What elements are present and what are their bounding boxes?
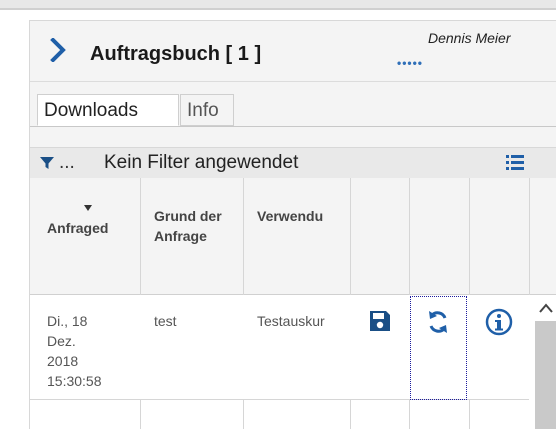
user-name[interactable]: Dennis Meier xyxy=(428,30,510,46)
cell-usage: Testauskur xyxy=(257,313,325,329)
tab-bar: Downloads Info xyxy=(30,94,556,127)
cell-date-line: Dez. xyxy=(47,333,76,349)
cell-date-line: 15:30:58 xyxy=(47,373,102,389)
info-icon[interactable] xyxy=(485,308,513,336)
requests-table: Anfraged Grund der Anfrage Verwendu Di.,… xyxy=(30,178,556,429)
scrollbar-thumb[interactable] xyxy=(535,321,556,429)
column-header-usage[interactable]: Verwendu xyxy=(257,206,345,226)
top-band xyxy=(0,0,556,8)
column-header-reason[interactable]: Grund der Anfrage xyxy=(154,206,228,246)
tab-info[interactable]: Info xyxy=(180,94,234,126)
order-book-panel: Auftragsbuch [ 1 ] Dennis Meier ••••• Do… xyxy=(29,20,556,429)
chevron-right-icon[interactable] xyxy=(46,38,70,62)
tab-downloads[interactable]: Downloads xyxy=(37,94,179,126)
filter-ellipsis[interactable]: ... xyxy=(59,152,75,174)
save-icon[interactable] xyxy=(368,309,392,333)
table-row[interactable]: Di., 18 Dez. 2018 15:30:58 test Testausk… xyxy=(30,295,556,400)
column-header-requested-date[interactable]: Anfraged xyxy=(47,218,137,238)
focus-outline xyxy=(410,296,467,400)
table-header-row: Anfraged Grund der Anfrage Verwendu xyxy=(30,178,556,295)
filter-status-text: Kein Filter angewendet xyxy=(104,152,299,173)
cell-date-line: Di., 18 xyxy=(47,313,88,329)
top-divider xyxy=(0,8,556,10)
cell-date-line: 2018 xyxy=(47,353,79,369)
cell-reason: test xyxy=(154,313,177,329)
status-dots: ••••• xyxy=(397,56,424,70)
panel-header: Auftragsbuch [ 1 ] Dennis Meier ••••• xyxy=(30,21,556,82)
filter-icon[interactable] xyxy=(40,156,54,170)
sort-descending-icon[interactable] xyxy=(84,205,92,211)
chevron-up-icon[interactable] xyxy=(539,303,553,313)
page-title: Auftragsbuch [ 1 ] xyxy=(90,43,262,65)
app-window: Auftragsbuch [ 1 ] Dennis Meier ••••• Do… xyxy=(0,0,556,429)
list-icon[interactable] xyxy=(506,155,524,170)
filter-bar: ... Kein Filter angewendet xyxy=(30,147,556,179)
